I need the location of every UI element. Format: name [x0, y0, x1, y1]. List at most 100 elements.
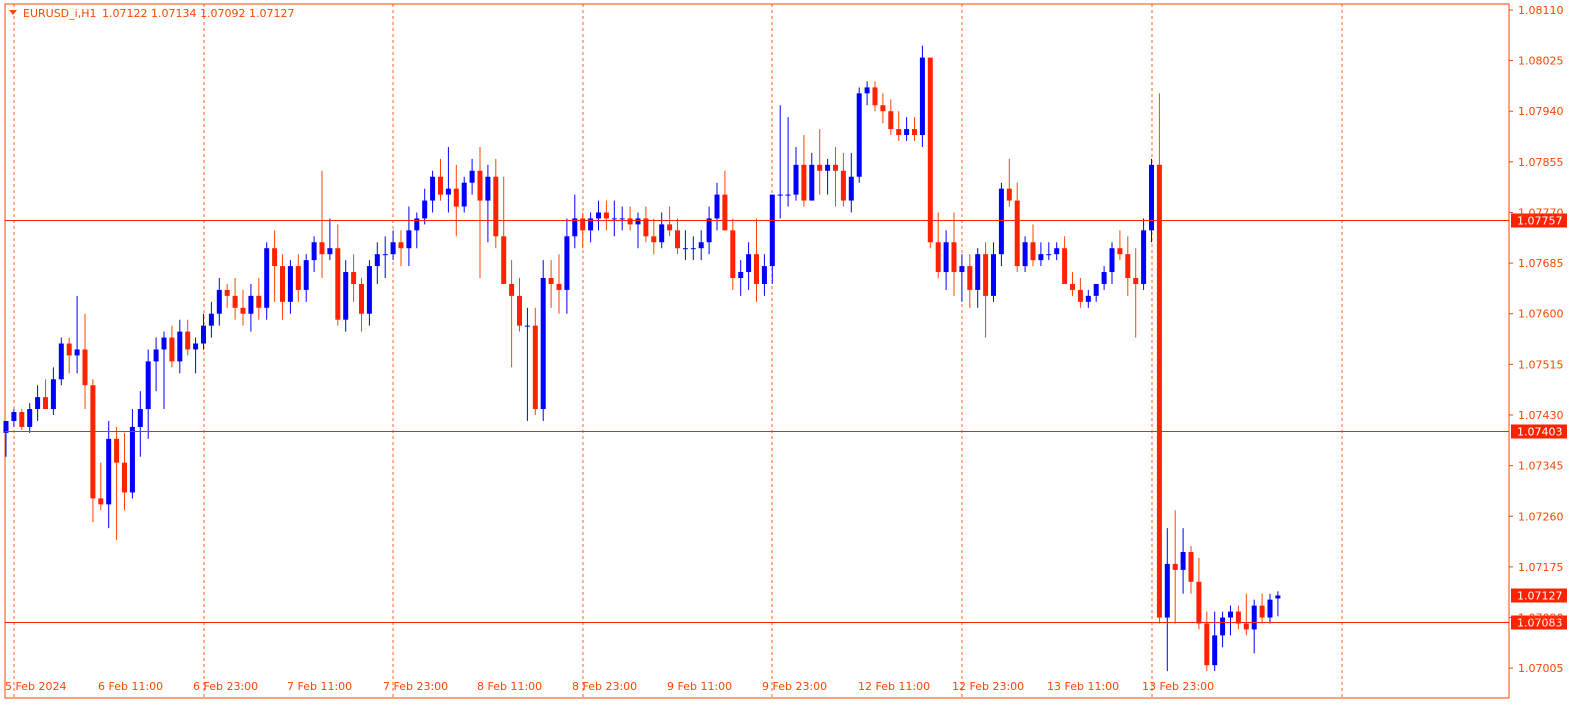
candle-body — [801, 164, 807, 201]
candle — [58, 337, 64, 386]
candle-body — [477, 170, 483, 201]
candle — [919, 45, 925, 147]
candle-body — [90, 385, 96, 499]
candle-body — [785, 194, 791, 196]
candle — [1149, 158, 1154, 243]
candle-body — [1038, 254, 1044, 261]
candle-body — [659, 224, 665, 243]
candle-body — [232, 295, 238, 308]
candle-body — [430, 176, 436, 201]
candle-body — [74, 349, 80, 356]
candle-body — [793, 164, 799, 195]
candle-body — [1077, 289, 1083, 302]
x-tick-label: 13 Feb 11:00 — [1047, 680, 1119, 693]
candle-body — [951, 242, 957, 273]
candle-body — [485, 176, 491, 201]
candle-body — [58, 343, 64, 380]
candle-body — [1259, 605, 1265, 618]
candle-body — [374, 254, 380, 267]
candle-body — [406, 230, 412, 249]
candle-body — [82, 349, 88, 386]
candle-body — [319, 242, 325, 255]
candle-body — [706, 218, 712, 243]
candle-body — [153, 349, 159, 362]
candle-body — [1204, 623, 1210, 666]
candle-body — [311, 242, 317, 261]
candle-body — [493, 176, 499, 237]
candle — [19, 409, 25, 430]
candle-body — [856, 93, 862, 177]
candle-body — [975, 254, 981, 290]
candle-body — [390, 242, 396, 255]
candle-body — [888, 111, 894, 130]
y-tick-label: 1.07430 — [1518, 409, 1564, 422]
candle-body — [817, 164, 823, 171]
candle-body — [777, 194, 783, 196]
candle-body — [137, 409, 143, 427]
y-tick-label: 1.07685 — [1518, 257, 1564, 270]
candle — [856, 87, 862, 183]
candle-body — [1235, 611, 1241, 624]
candle-body — [1006, 188, 1012, 201]
candle-body — [1093, 283, 1099, 296]
x-tick-label: 9 Feb 11:00 — [667, 680, 732, 693]
candle-body — [919, 57, 925, 136]
candle-body — [1251, 605, 1257, 630]
candle-body — [619, 218, 625, 220]
candle-body — [872, 87, 878, 106]
x-tick-label: 7 Feb 23:00 — [383, 680, 448, 693]
candle-body — [1133, 278, 1139, 284]
candle — [998, 182, 1004, 267]
candle-body — [943, 242, 949, 273]
candle-body — [177, 331, 183, 362]
candle-body — [667, 224, 673, 231]
candle-body — [398, 242, 404, 249]
candle-body — [1267, 599, 1273, 618]
candle-body — [627, 218, 633, 225]
candle-body — [991, 254, 996, 296]
candle-body — [596, 212, 601, 219]
candle-body — [1030, 242, 1036, 261]
candle-body — [422, 200, 428, 219]
candle-body — [1070, 283, 1075, 290]
candle-body — [548, 278, 554, 284]
candle-body — [517, 295, 522, 326]
candle-body — [43, 397, 48, 410]
candle-body — [161, 337, 167, 350]
x-tick-label: 5 Feb 2024 — [5, 680, 66, 693]
y-tick-label: 1.07005 — [1518, 662, 1564, 675]
y-tick-label: 1.08110 — [1518, 4, 1564, 17]
candle-body — [1243, 623, 1249, 630]
price-axis: 1.08110 1.08025 1.07940 1.07855 1.07770 1.076… — [1509, 4, 1564, 675]
candle-body — [643, 218, 649, 237]
x-tick-label: 6 Feb 23:00 — [193, 680, 258, 693]
y-tick-label: 1.07600 — [1518, 308, 1564, 321]
candle-body — [524, 325, 530, 327]
candle-body — [501, 236, 507, 284]
candle-body — [461, 182, 467, 207]
x-tick-label: 6 Feb 11:00 — [98, 680, 163, 693]
x-tick-label: 13 Feb 23:00 — [1142, 680, 1214, 693]
candle-body — [351, 272, 357, 284]
candle-body — [896, 129, 902, 136]
candle-body — [335, 248, 341, 320]
candle-body — [1212, 635, 1218, 666]
candle-body — [635, 218, 641, 225]
candle-body — [1172, 563, 1178, 570]
candle-body — [1046, 254, 1052, 256]
chart-header: EURUSD_i,H1 1.07122 1.07134 1.07092 1.07… — [9, 7, 294, 20]
candle-body — [1275, 595, 1281, 599]
candle-body — [998, 188, 1004, 255]
candle-body — [453, 188, 459, 207]
candle-body — [556, 283, 562, 290]
price-chart[interactable]: 1.077571.074031.070831.07127 1.081101.08… — [0, 0, 1586, 708]
symbol-label: EURUSD_i,H1 — [23, 7, 96, 20]
price-tag-label: 1.07403 — [1517, 426, 1563, 439]
candle-body — [185, 331, 191, 350]
candle-body — [193, 343, 199, 350]
candle-body — [509, 283, 515, 296]
candle-body — [738, 272, 744, 278]
candle-body — [1164, 563, 1170, 618]
candle-body — [1101, 272, 1107, 284]
candle-body — [904, 129, 910, 136]
